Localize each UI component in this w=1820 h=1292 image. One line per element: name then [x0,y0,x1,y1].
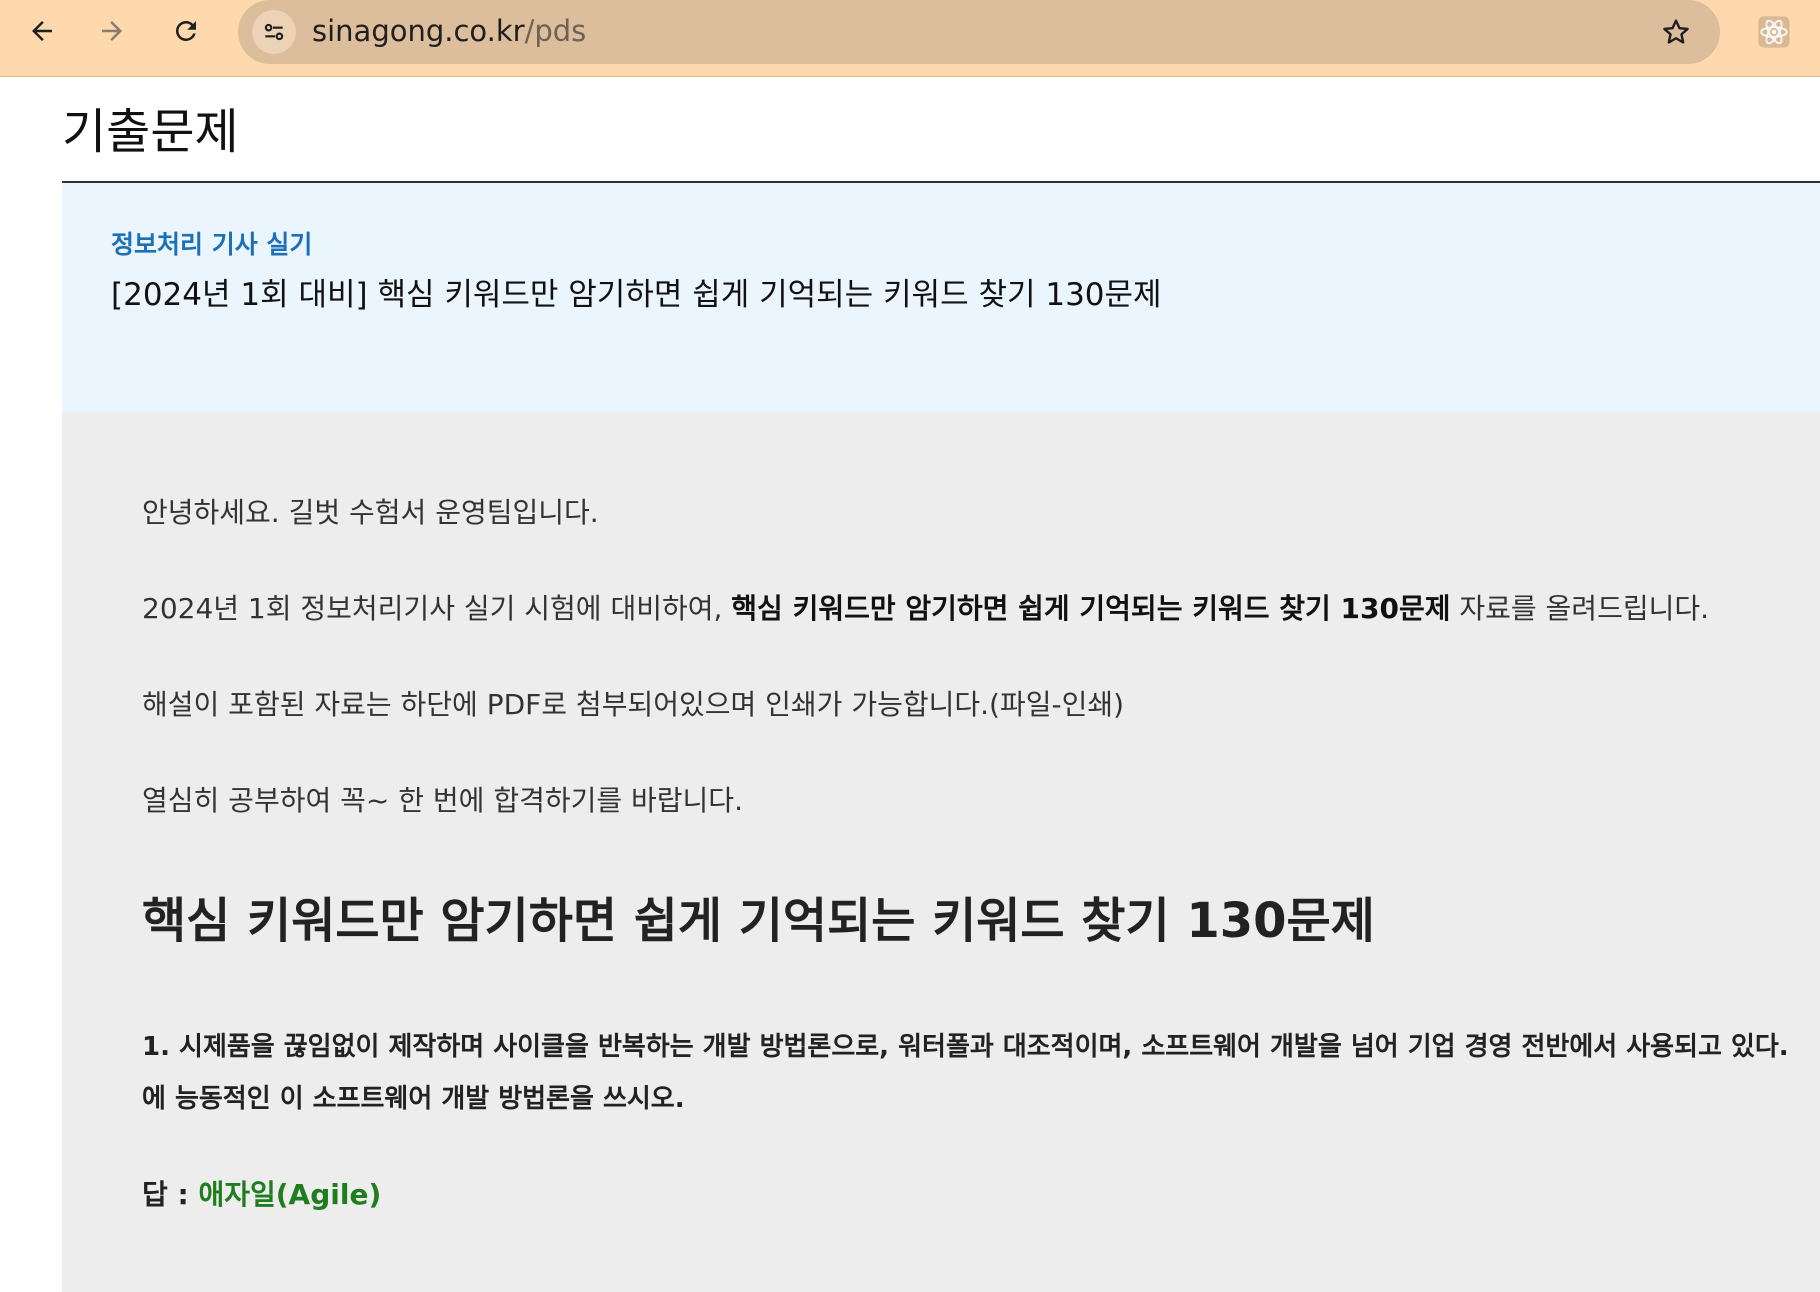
post-header: 정보처리 기사 실기 [2024년 1회 대비] 핵심 키워드만 암기하면 쉽게… [62,183,1820,413]
answer-label: 답 : [142,1178,199,1211]
closing-text: 열심히 공부하여 꼭~ 한 번에 합격하기를 바랍니다. [142,784,743,817]
intro-prefix: 2024년 1회 정보처리기사 실기 시험에 대비하여, [142,592,732,625]
url-text[interactable]: sinagong.co.kr/pds [312,11,586,51]
address-bar[interactable]: sinagong.co.kr/pds [238,0,1720,64]
answer-value: 애자일(Agile) [198,1178,382,1211]
url-host: sinagong.co.kr [312,14,525,48]
question-line-1: 1. 시제품을 끊임없이 제작하며 사이클을 반복하는 개발 방법론으로, 워터… [142,1032,1789,1062]
forward-arrow-icon [102,21,122,41]
post-title: [2024년 1회 대비] 핵심 키워드만 암기하면 쉽게 기억되는 키워드 찾… [111,277,1162,313]
section-heading: 핵심 키워드만 암기하면 쉽게 기억되는 키워드 찾기 130문제 [142,893,1375,949]
intro-bold: 핵심 키워드만 암기하면 쉽게 기억되는 키워드 찾기 130문제 [731,592,1451,625]
greeting-text: 안녕하세요. 길벗 수험서 운영팀입니다. [142,496,599,529]
site-info-button[interactable] [252,10,296,54]
react-extension-icon [1758,16,1790,48]
extension-button[interactable] [1752,10,1796,54]
site-info-icon [264,23,284,41]
page-title: 기출문제 [62,104,239,160]
post-category[interactable]: 정보처리 기사 실기 [111,225,312,261]
page-content: 기출문제 정보처리 기사 실기 [2024년 1회 대비] 핵심 키워드만 암기… [0,78,1820,1292]
answer: 답 : 애자일(Agile) [142,1173,381,1213]
bookmark-button[interactable] [1654,10,1698,54]
attachment-note: 해설이 포함된 자료는 하단에 PDF로 첨부되어있으며 인쇄가 가능합니다.(… [142,688,1125,721]
question-line-2: 에 능동적인 이 소프트웨어 개발 방법론을 쓰시오. [142,1084,685,1114]
intro-suffix: 자료를 올려드립니다. [1450,592,1710,625]
bookmark-star-icon [1663,19,1689,44]
intro-text: 2024년 1회 정보처리기사 실기 시험에 대비하여, 핵심 키워드만 암기하… [142,587,1709,627]
forward-button[interactable] [90,9,134,53]
back-button[interactable] [20,9,64,53]
browser-toolbar: sinagong.co.kr/pds [0,0,1820,77]
reload-icon [175,20,196,41]
back-arrow-icon [32,21,52,41]
url-path: /pds [524,14,587,48]
reload-button[interactable] [164,9,208,53]
post-body: 안녕하세요. 길벗 수험서 운영팀입니다. 2024년 1회 정보처리기사 실기… [62,413,1820,1292]
